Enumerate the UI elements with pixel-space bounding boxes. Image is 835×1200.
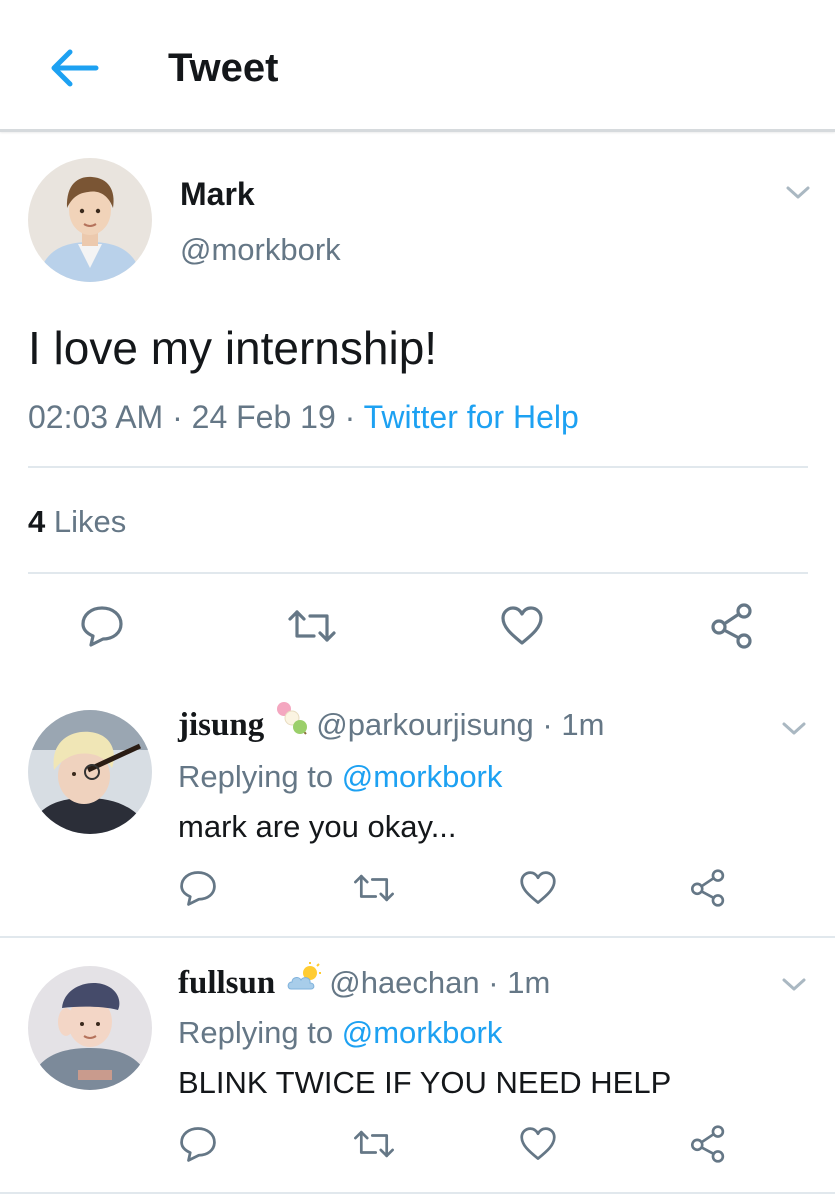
tweet-options-button[interactable] — [780, 178, 816, 208]
retweet-icon — [354, 874, 394, 902]
heart-icon — [501, 606, 543, 645]
meta-separator: · — [163, 399, 192, 435]
likes-count: 4 — [28, 504, 46, 539]
retweet-icon — [288, 610, 336, 642]
author-display-name[interactable]: Mark — [180, 172, 255, 216]
divider — [0, 1192, 835, 1194]
reply-icon — [180, 871, 216, 906]
reply-button[interactable] — [170, 860, 226, 916]
reply-icon — [81, 606, 123, 647]
replying-to-label: Replying to — [178, 1015, 334, 1050]
arrow-left-icon — [51, 49, 99, 87]
tweet-text: I love my internship! — [28, 322, 438, 374]
share-icon — [711, 603, 752, 649]
divider — [0, 676, 835, 678]
retweet-button[interactable] — [346, 1116, 402, 1172]
reply-header: fullsun @haechan · 1m — [178, 958, 550, 1010]
replying-to-label: Replying to — [178, 759, 334, 794]
chevron-down-icon — [782, 722, 806, 735]
reply-handle[interactable]: @haechan — [329, 965, 479, 1000]
mention-link[interactable]: @morkbork — [342, 759, 503, 794]
divider — [28, 572, 808, 574]
author-handle[interactable]: @morkbork — [180, 228, 341, 272]
reply-button[interactable] — [74, 598, 130, 654]
reply-text: BLINK TWICE IF YOU NEED HELP — [178, 1065, 672, 1100]
replying-to-line: Replying to @morkbork — [178, 1008, 502, 1058]
reply-text: mark are you okay... — [178, 809, 457, 844]
retweet-icon — [354, 1130, 394, 1158]
reply-time: · 1m — [542, 707, 605, 742]
share-button[interactable] — [704, 598, 760, 654]
heart-icon — [520, 1127, 556, 1160]
top-app-bar: Tweet — [0, 0, 835, 132]
reply-avatar[interactable] — [28, 710, 152, 834]
sun-behind-cloud-emoji — [285, 960, 323, 1010]
reply-button[interactable] — [170, 1116, 226, 1172]
chevron-down-icon — [782, 978, 806, 991]
reply-display-name[interactable]: fullsun — [178, 965, 275, 1001]
heart-icon — [520, 871, 556, 904]
share-button[interactable] — [680, 860, 736, 916]
reply-display-name[interactable]: jisung — [178, 707, 264, 743]
share-icon — [690, 869, 725, 907]
mention-link[interactable]: @morkbork — [342, 1015, 503, 1050]
back-button[interactable] — [44, 40, 104, 96]
tweet-source-link[interactable]: Twitter for Help — [364, 399, 579, 435]
reply-options-button[interactable] — [776, 714, 812, 744]
tweet-metadata: 02:03 AM · 24 Feb 19 · Twitter for Help — [28, 392, 579, 442]
like-button[interactable] — [510, 860, 566, 916]
divider — [0, 936, 835, 938]
chevron-down-icon — [786, 186, 810, 199]
tweet-time: 02:03 AM — [28, 399, 164, 435]
reply-header: jisung @parkourjisung · 1m — [178, 700, 604, 753]
reply-icon — [180, 1127, 216, 1162]
divider — [28, 466, 808, 468]
reply-time: · 1m — [488, 965, 551, 1000]
meta-separator: · — [335, 399, 364, 435]
page-title: Tweet — [168, 46, 279, 90]
reply-options-button[interactable] — [776, 970, 812, 1000]
share-icon — [690, 1125, 725, 1163]
retweet-button[interactable] — [284, 598, 340, 654]
reply-avatar[interactable] — [28, 966, 152, 1090]
likes-count-link[interactable]: 4 Likes — [28, 498, 126, 546]
reply-handle[interactable]: @parkourjisung — [316, 707, 534, 742]
author-avatar[interactable] — [28, 158, 152, 282]
share-button[interactable] — [680, 1116, 736, 1172]
like-button[interactable] — [494, 598, 550, 654]
dango-emoji — [274, 700, 310, 753]
like-button[interactable] — [510, 1116, 566, 1172]
likes-label: Likes — [53, 504, 127, 539]
tweet-date: 24 Feb 19 — [191, 399, 336, 435]
replying-to-line: Replying to @morkbork — [178, 752, 502, 802]
retweet-button[interactable] — [346, 860, 402, 916]
